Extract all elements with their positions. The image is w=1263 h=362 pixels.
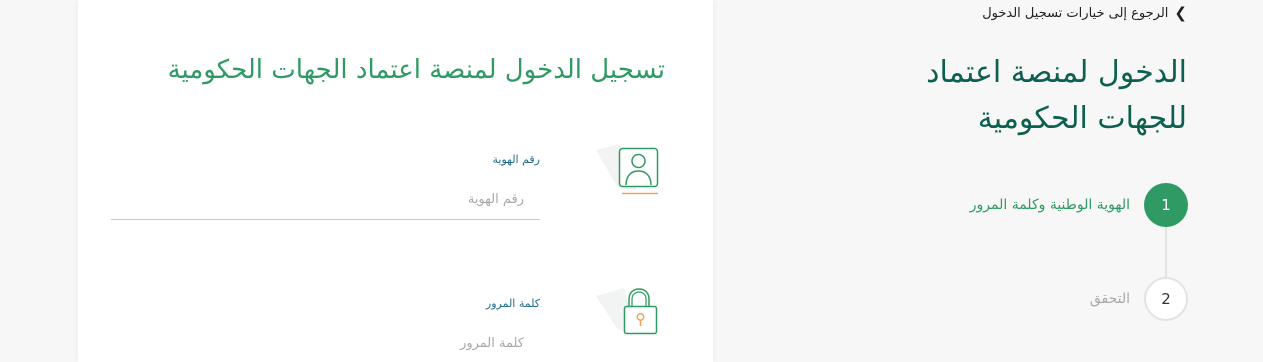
back-link-label: الرجوع إلى خيارات تسجيل الدخول [982, 6, 1169, 21]
step-1: 1 الهوية الوطنية وكلمة المرور [970, 183, 1188, 227]
password-field-group: كلمة المرور [111, 284, 668, 362]
step-connector [1165, 227, 1167, 277]
step-2: 2 التحقق [1090, 277, 1188, 321]
step-2-number: 2 [1144, 277, 1188, 321]
password-label: كلمة المرور [485, 297, 540, 310]
password-input[interactable] [111, 324, 540, 362]
login-card-title: تسجيل الدخول لمنصة اعتماد الجهات الحكومي… [167, 55, 665, 85]
chevron-right-icon: ❯ [1174, 4, 1187, 22]
national-id-label: رقم الهوية [492, 153, 540, 166]
step-1-label: الهوية الوطنية وكلمة المرور [969, 197, 1130, 213]
step-1-number: 1 [1144, 183, 1188, 227]
national-id-field-group: رقم الهوية [111, 140, 668, 222]
back-to-login-options-link[interactable]: ❯ الرجوع إلى خيارات تسجيل الدخول [982, 4, 1187, 22]
lock-icon [596, 284, 668, 344]
user-icon [596, 140, 668, 200]
national-id-input[interactable] [111, 180, 540, 220]
page-title: الدخول لمنصة اعتماد للجهات الحكومية [926, 55, 1187, 136]
step-2-label: التحقق [1089, 291, 1130, 307]
login-card: تسجيل الدخول لمنصة اعتماد الجهات الحكومي… [78, 0, 713, 362]
